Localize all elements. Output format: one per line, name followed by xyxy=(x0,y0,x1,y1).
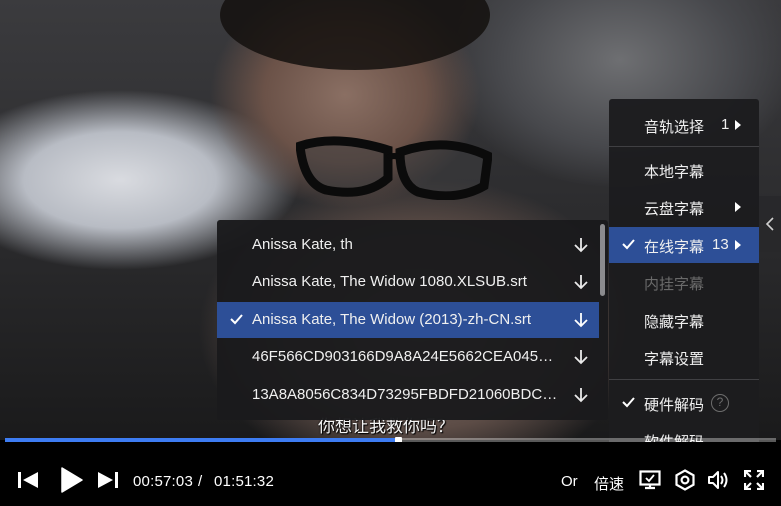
subtitle-file-name: Anissa Kate, The Widow 1080.XLSUB.srt xyxy=(252,273,527,290)
download-arrow-icon[interactable] xyxy=(573,236,589,254)
check-icon xyxy=(622,239,635,250)
settings-button[interactable] xyxy=(673,469,697,491)
download-arrow-icon[interactable] xyxy=(573,386,589,404)
menu-item-label: 云盘字幕 xyxy=(644,201,705,218)
total-time: 01:51:32 xyxy=(214,473,274,490)
screen-mode-icon xyxy=(639,470,661,490)
download-arrow-icon[interactable] xyxy=(573,273,589,291)
settings-menu: 音轨选择 1 本地字幕 云盘字幕 在线字幕 13 内挂字幕 隐藏字幕 字幕设置 … xyxy=(609,99,759,467)
menu-item-label: 字幕设置 xyxy=(644,351,705,368)
side-panel-toggle[interactable] xyxy=(759,196,781,252)
menu-item-label: 本地字幕 xyxy=(644,164,705,181)
online-subtitle-count: 13 xyxy=(712,236,729,253)
menu-item-label: 硬件解码 xyxy=(644,397,705,414)
download-arrow-icon[interactable] xyxy=(573,311,589,329)
settings-hexagon-icon xyxy=(675,469,695,491)
menu-divider xyxy=(609,379,759,380)
download-arrow-icon[interactable] xyxy=(573,348,589,366)
chevron-left-icon xyxy=(765,217,774,231)
play-icon xyxy=(61,467,83,493)
menu-item-subtitle-settings[interactable]: 字幕设置 xyxy=(609,339,759,375)
video-scene-hair xyxy=(220,0,490,70)
subtitle-file-name: Anissa Kate, The Widow (2013)-zh-CN.srt xyxy=(252,311,531,328)
online-subtitle-list: Anissa Kate, th Anissa Kate, The Widow 1… xyxy=(217,220,608,420)
menu-item-label: 内挂字幕 xyxy=(644,276,705,293)
help-icon[interactable]: ? xyxy=(711,394,729,412)
time-separator: / xyxy=(198,473,203,490)
menu-item-label: 在线字幕 xyxy=(644,239,705,256)
subtitle-list-scrollbar[interactable] xyxy=(600,224,605,296)
check-icon xyxy=(230,314,243,325)
menu-item-cloud-subtitle[interactable]: 云盘字幕 xyxy=(609,189,759,225)
menu-item-label: 音轨选择 xyxy=(644,119,705,136)
control-bar: 00:57:03 / 01:51:32 Or 倍速 xyxy=(0,442,781,506)
subtitle-list-item[interactable]: Anissa Kate, th xyxy=(217,227,599,263)
menu-divider xyxy=(609,146,759,147)
speed-button[interactable]: 倍速 xyxy=(594,473,624,494)
audio-track-count: 1 xyxy=(721,116,730,133)
subtitle-file-name: 46F566CD903166D9A8A24E5662CEA045AD0EE5F6… xyxy=(252,348,563,365)
or-button[interactable]: Or xyxy=(561,473,578,490)
volume-icon xyxy=(708,471,728,489)
menu-item-online-subtitle[interactable]: 在线字幕 13 xyxy=(609,227,759,263)
skip-next-icon xyxy=(98,472,118,488)
volume-button[interactable] xyxy=(706,469,730,491)
menu-item-hardware-decode[interactable]: 硬件解码 ? xyxy=(609,385,759,421)
screen-mode-button[interactable] xyxy=(638,469,662,491)
subtitle-file-name: Anissa Kate, th xyxy=(252,236,353,253)
menu-item-local-subtitle[interactable]: 本地字幕 xyxy=(609,152,759,188)
subtitle-list-item[interactable]: Anissa Kate, The Widow 1080.XLSUB.srt xyxy=(217,264,599,300)
caret-right-icon xyxy=(735,120,741,130)
menu-item-label: 隐藏字幕 xyxy=(644,314,705,331)
subtitle-list-item-selected[interactable]: Anissa Kate, The Widow (2013)-zh-CN.srt xyxy=(217,302,599,338)
subtitle-file-name: 13A8A8056C834D73295FBDFD21060BDC51A6E0C1… xyxy=(252,386,563,403)
next-button[interactable] xyxy=(96,468,120,492)
check-icon xyxy=(622,397,635,408)
skip-previous-icon xyxy=(18,472,38,488)
caret-right-icon xyxy=(735,202,741,212)
fullscreen-icon xyxy=(744,470,764,490)
subtitle-list-item[interactable]: 13A8A8056C834D73295FBDFD21060BDC51A6E0C1… xyxy=(217,377,599,413)
prev-button[interactable] xyxy=(16,468,40,492)
menu-item-hide-subtitle[interactable]: 隐藏字幕 xyxy=(609,302,759,338)
subtitle-list-item[interactable]: 46F566CD903166D9A8A24E5662CEA045AD0EE5F6… xyxy=(217,339,599,375)
menu-item-audio-track[interactable]: 音轨选择 1 xyxy=(609,107,759,143)
fullscreen-button[interactable] xyxy=(742,469,766,491)
video-scene-glasses xyxy=(296,136,492,200)
caret-right-icon xyxy=(735,240,741,250)
current-time: 00:57:03 xyxy=(133,473,193,490)
play-button[interactable] xyxy=(58,466,84,494)
menu-item-embedded-subtitle: 内挂字幕 xyxy=(609,264,759,300)
